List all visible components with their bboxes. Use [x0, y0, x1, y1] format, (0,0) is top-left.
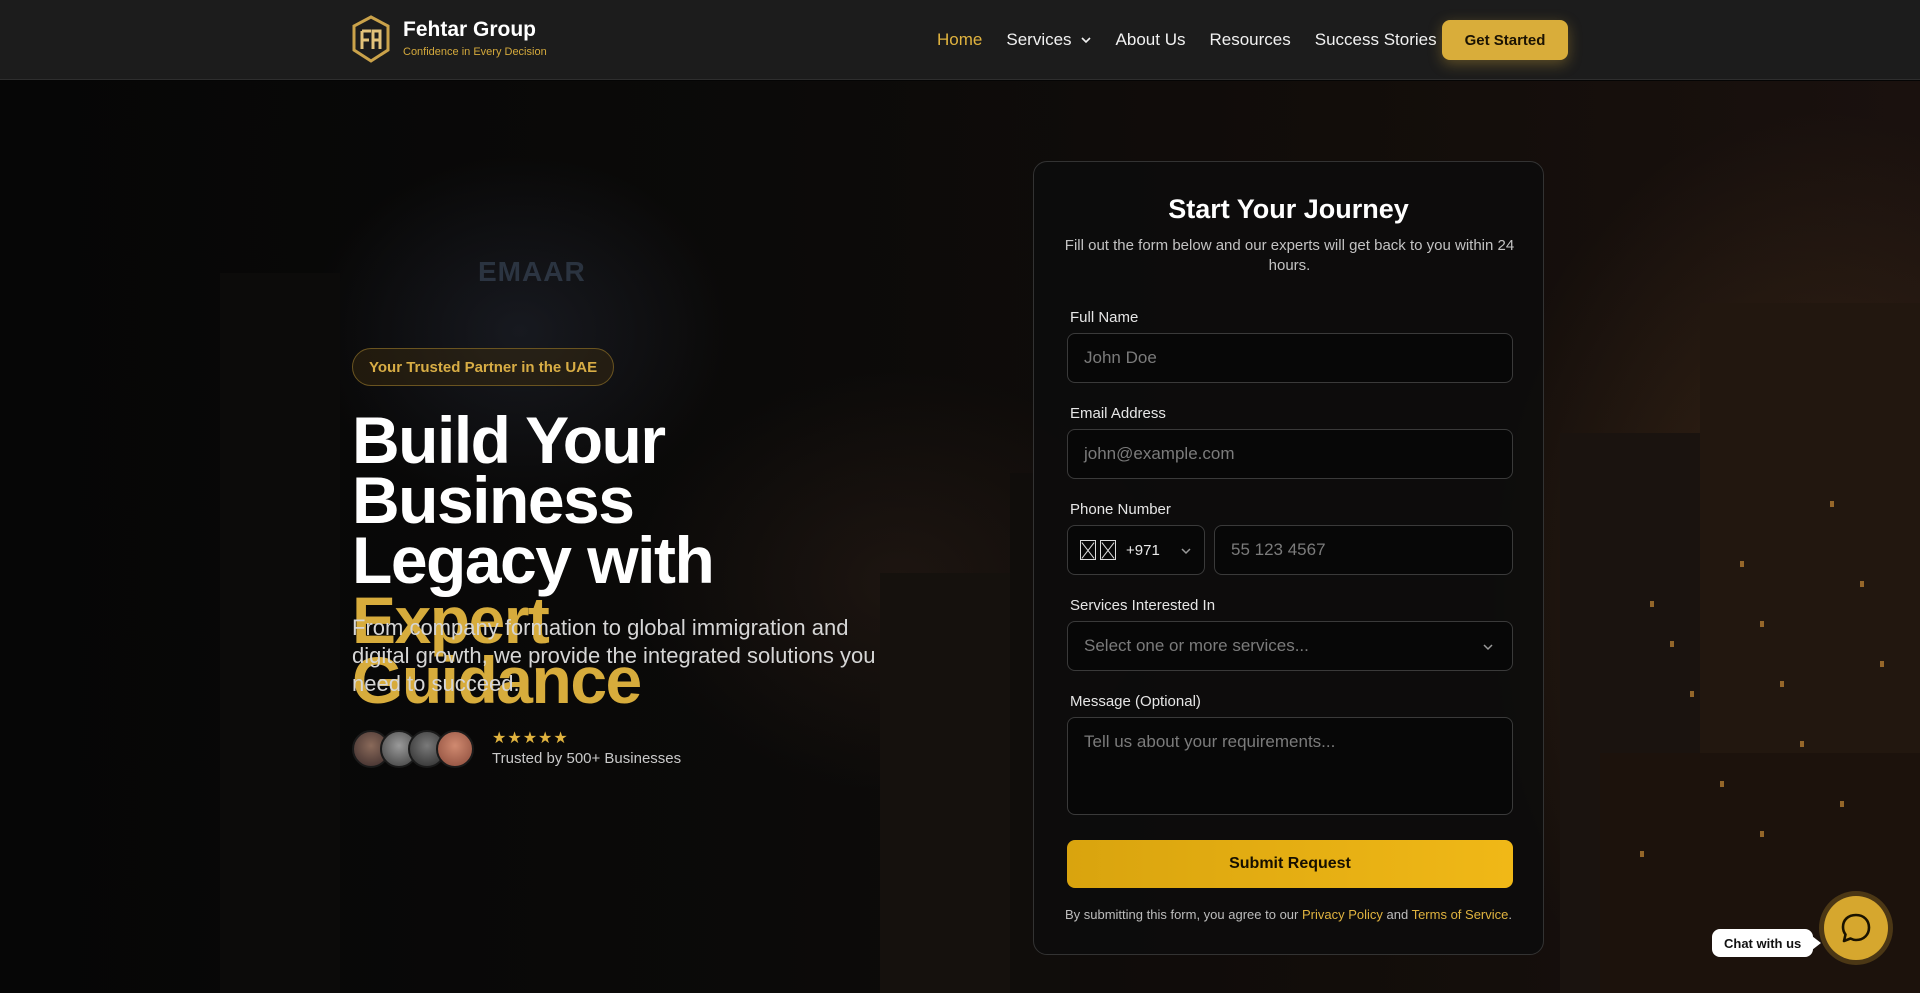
email-placeholder: john@example.com — [1084, 444, 1235, 463]
nav-item-services[interactable]: Services — [1006, 30, 1091, 50]
site-header: Fehtar Group Confidence in Every Decisio… — [0, 0, 1920, 80]
email-label: Email Address — [1070, 405, 1166, 422]
submit-request-button[interactable]: Submit Request — [1067, 840, 1513, 888]
chat-icon — [1841, 913, 1871, 943]
form-subtitle: Fill out the form below and our experts … — [1064, 237, 1515, 274]
form-disclaimer: By submitting this form, you agree to ou… — [1034, 907, 1543, 922]
hero-subtext: From company formation to global immigra… — [352, 615, 876, 696]
phone-label: Phone Number — [1070, 501, 1171, 518]
terms-of-service-link[interactable]: Terms of Service — [1412, 907, 1509, 922]
hero-background: EMAAR — [0, 81, 1920, 993]
background-sign: EMAAR — [478, 256, 586, 287]
rating-stars: ★★★★★ — [492, 730, 569, 747]
trust-text: Trusted by 500+ Businesses — [492, 750, 682, 767]
phone-placeholder: 55 123 4567 — [1231, 540, 1326, 559]
brand-tagline: Confidence in Every Decision — [403, 46, 547, 58]
services-placeholder: Select one or more services... — [1084, 636, 1309, 655]
nav-item-services-label: Services — [1006, 30, 1072, 49]
customer-avatars — [352, 730, 474, 768]
chevron-down-icon — [1181, 548, 1191, 555]
flag-icon — [1100, 540, 1116, 560]
nav-item-success-stories[interactable]: Success Stories — [1315, 30, 1437, 50]
chevron-down-icon — [1080, 37, 1091, 44]
disclaimer-prefix: By submitting this form, you agree to ou… — [1064, 907, 1302, 922]
logo-icon — [352, 15, 390, 63]
services-select[interactable]: Select one or more services... — [1067, 621, 1513, 671]
get-started-button[interactable]: Get Started — [1442, 20, 1568, 60]
disclaimer-suffix: . — [1508, 907, 1513, 922]
services-label: Services Interested In — [1070, 597, 1216, 614]
nav-item-home[interactable]: Home — [937, 30, 982, 50]
message-textarea[interactable]: Tell us about your requirements... — [1067, 717, 1513, 815]
avatar — [436, 730, 474, 768]
chat-button[interactable] — [1824, 896, 1888, 960]
form-title: Start Your Journey — [1168, 194, 1409, 224]
full-name-input[interactable]: John Doe — [1067, 333, 1513, 383]
brand-name: Fehtar Group — [403, 18, 537, 41]
main-nav: Home Services About Us Resources Success… — [937, 20, 1461, 60]
phone-number-input[interactable]: 55 123 4567 — [1214, 525, 1513, 575]
hero-badge: Your Trusted Partner in the UAE — [352, 348, 615, 386]
message-placeholder: Tell us about your requirements... — [1084, 732, 1336, 751]
trust-indicator: ★★★★★ Trusted by 500+ Businesses — [352, 730, 681, 768]
chevron-down-icon — [1483, 644, 1493, 651]
email-input[interactable]: john@example.com — [1067, 429, 1513, 479]
headline-line-1: Build Your Business — [352, 403, 666, 537]
message-label: Message (Optional) — [1070, 693, 1201, 710]
brand-logo[interactable]: Fehtar Group Confidence in Every Decisio… — [351, 15, 547, 63]
nav-item-resources[interactable]: Resources — [1209, 30, 1290, 50]
chat-prompt[interactable]: Chat with us — [1712, 929, 1822, 957]
disclaimer-and: and — [1382, 907, 1412, 922]
full-name-label: Full Name — [1070, 309, 1139, 326]
flag-icon — [1080, 540, 1096, 560]
privacy-policy-link[interactable]: Privacy Policy — [1302, 907, 1383, 922]
country-code: +971 — [1126, 541, 1160, 559]
full-name-placeholder: John Doe — [1084, 348, 1157, 367]
nav-item-about[interactable]: About Us — [1116, 30, 1186, 50]
contact-form-card: Start Your Journey Fill out the form bel… — [1033, 161, 1544, 955]
country-code-select[interactable]: +971 — [1067, 525, 1205, 575]
